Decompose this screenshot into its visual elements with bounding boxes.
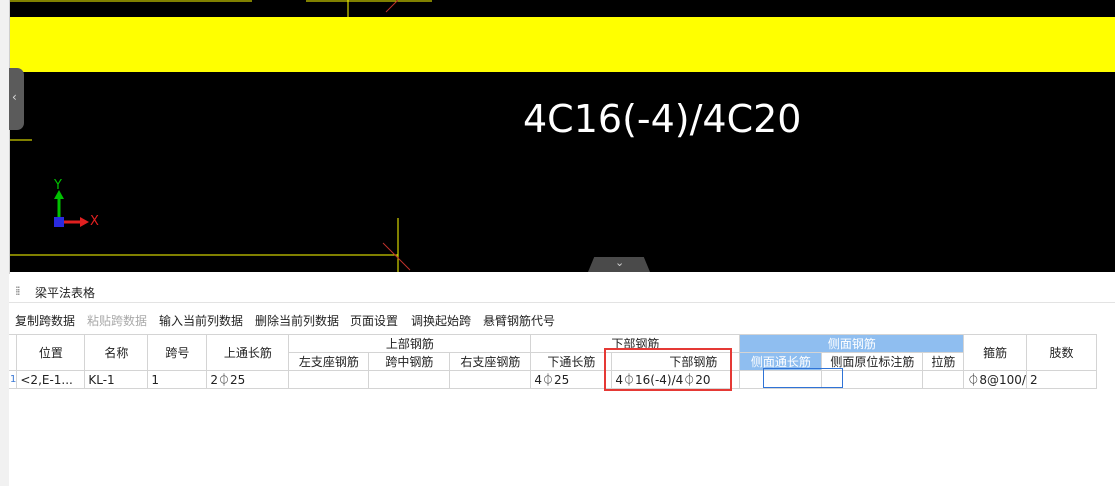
group-header-top-rebar[interactable]: 上部钢筋: [288, 334, 532, 353]
cell-top-through[interactable]: 2⏀25: [206, 370, 290, 389]
section-mark: [385, 0, 399, 13]
beam-band: [9, 17, 1115, 72]
group-header-side-rebar[interactable]: 侧面钢筋: [739, 334, 965, 353]
header-legs[interactable]: 肢数: [1025, 334, 1097, 371]
header-side-origin[interactable]: 侧面原位标注筋: [821, 352, 924, 371]
cell-mid-span[interactable]: [368, 370, 451, 389]
copy-span-data-button[interactable]: 复制跨数据: [15, 312, 75, 329]
group-header-row: 位置 名称 跨号 上通长筋 上部钢筋 下部钢筋 侧面钢筋 箍筋 肢数: [9, 334, 1097, 371]
cell-span-no[interactable]: 1: [147, 370, 208, 389]
y-axis-label: Y: [54, 178, 62, 193]
header-stirrup[interactable]: 箍筋: [963, 334, 1027, 371]
delete-column-data-button[interactable]: 删除当前列数据: [255, 312, 339, 329]
cell-bottom-through[interactable]: 4⏀25: [530, 370, 613, 389]
cell-tie[interactable]: [922, 370, 965, 389]
cantilever-code-button[interactable]: 悬臂钢筋代号: [483, 312, 555, 329]
rebar-annotation-text[interactable]: 4C16(-4)/4C20: [523, 96, 801, 142]
row-number[interactable]: 1: [9, 370, 18, 389]
x-axis-arrowhead: [80, 217, 89, 227]
header-right-support[interactable]: 右支座钢筋: [449, 352, 532, 371]
table-toolbar: 复制跨数据 粘贴跨数据 输入当前列数据 删除当前列数据 页面设置 调换起始跨 悬…: [9, 309, 1115, 329]
cell-bottom-rebar[interactable]: 4⏀16(-4)/4⏀20: [611, 370, 741, 389]
header-left-support[interactable]: 左支座钢筋: [288, 352, 370, 371]
cell-stirrup[interactable]: ⏀8@100/: [963, 370, 1027, 389]
header-bottom-rebar[interactable]: 下部钢筋: [611, 352, 741, 371]
chevron-left-icon: ‹: [12, 90, 17, 104]
chevron-down-icon: ⌄: [615, 256, 625, 269]
input-column-data-button[interactable]: 输入当前列数据: [159, 312, 243, 329]
header-span-no[interactable]: 跨号: [147, 334, 208, 371]
panel-toggle-handle[interactable]: ⌄: [588, 257, 650, 272]
swap-start-span-button[interactable]: 调换起始跨: [411, 312, 471, 329]
panel-title: 梁平法表格: [35, 286, 96, 300]
table-row: 1 <2,E-1... KL-1 1 2⏀25 4⏀25 4⏀16(-4)/4⏀…: [9, 370, 1097, 389]
x-axis-label: X: [90, 214, 99, 229]
header-side-through[interactable]: 侧面通长筋: [739, 352, 823, 371]
section-mark: [382, 242, 411, 271]
header-name[interactable]: 名称: [84, 334, 149, 371]
drag-grip-icon[interactable]: ⁞⁞: [15, 284, 20, 298]
cell-legs[interactable]: 2: [1025, 370, 1097, 389]
cell-position[interactable]: <2,E-1...: [16, 370, 86, 389]
header-mid-span[interactable]: 跨中钢筋: [368, 352, 451, 371]
group-header-bottom-rebar[interactable]: 下部钢筋: [530, 334, 741, 353]
sidebar-collapse-tab[interactable]: ‹: [9, 68, 24, 130]
beam-rebar-table: 位置 名称 跨号 上通长筋 上部钢筋 下部钢筋 侧面钢筋 箍筋 肢数 左支座钢筋…: [9, 334, 1097, 389]
header-tie[interactable]: 拉筋: [922, 352, 965, 371]
header-position[interactable]: 位置: [16, 334, 86, 371]
page-setup-button[interactable]: 页面设置: [350, 312, 398, 329]
cell-left-support[interactable]: [288, 370, 370, 389]
cell-side-through[interactable]: [739, 370, 823, 389]
paste-span-data-button[interactable]: 粘贴跨数据: [87, 312, 147, 329]
cell-name[interactable]: KL-1: [84, 370, 149, 389]
header-top-through[interactable]: 上通长筋: [206, 334, 290, 371]
ucs-origin: [54, 217, 64, 227]
panel-header: ⁞⁞ 梁平法表格: [9, 280, 1115, 303]
cell-right-support[interactable]: [449, 370, 532, 389]
cad-viewport[interactable]: Y X 4C16(-4)/4C20 ⌄: [0, 0, 1115, 272]
corner-cell: [9, 334, 18, 371]
cell-side-origin[interactable]: [821, 370, 924, 389]
header-bottom-through[interactable]: 下通长筋: [530, 352, 613, 371]
